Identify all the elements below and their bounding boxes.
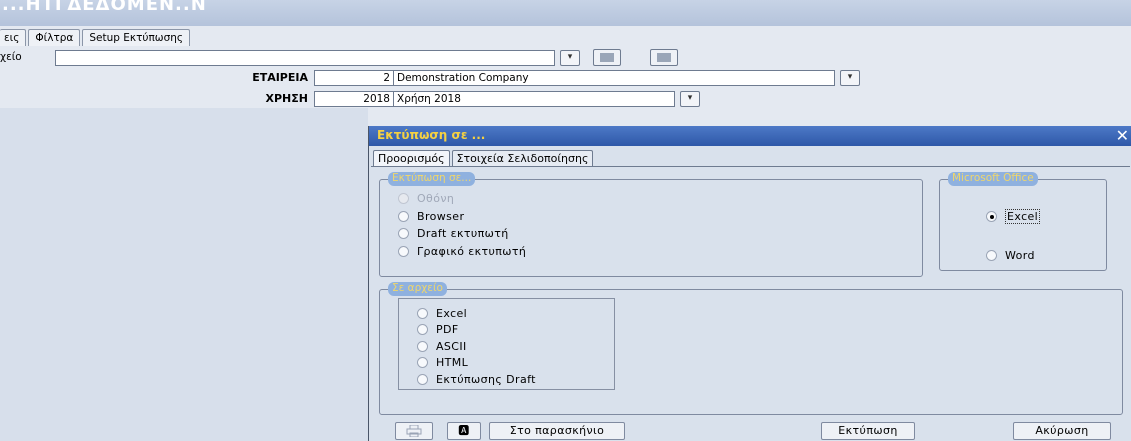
year-name-input[interactable]: Χρήση 2018 [393, 91, 675, 107]
radio-file-ascii[interactable]: ASCII [417, 339, 467, 353]
year-code-input[interactable]: 2018 [314, 91, 394, 107]
radio-circle [398, 227, 409, 239]
radio-circle [398, 210, 409, 222]
radio-file-draft[interactable]: Εκτύπωσης Draft [417, 372, 536, 386]
file-action-button-1[interactable] [593, 49, 621, 66]
cancel-button[interactable]: Ακύρωση [1013, 422, 1111, 440]
dialog-footer: 🅰 Στο παρασκήνιο Εκτύπωση Ακύρωση [369, 422, 1131, 441]
dialog-tab-strip: Προορισμός Στοιχεία Σελιδοποίησης [373, 150, 595, 166]
file-label: χείο [0, 51, 22, 63]
radio-browser[interactable]: Browser [398, 209, 464, 223]
close-icon[interactable]: ✕ [1116, 126, 1129, 146]
print-to-group: Εκτύπωση σε... Οθόνη Browser Draft εκτυπ… [379, 172, 923, 277]
folder-icon [600, 53, 614, 62]
company-name-input[interactable]: Demonstration Company [393, 70, 835, 86]
to-file-group: Σε αρχείο Excel PDF ASCII HTML Εκτύπωσης… [379, 282, 1123, 415]
print-button[interactable]: Εκτύπωση [821, 422, 915, 440]
file-dropdown-button[interactable]: ▾ [560, 50, 580, 66]
radio-file-pdf-label: PDF [436, 322, 459, 336]
tab-destination[interactable]: Προορισμός [373, 150, 450, 166]
main-tab-strip: εις Φίλτρα Setup Εκτύπωσης [0, 29, 192, 47]
left-panel [0, 108, 368, 441]
tab-partial[interactable]: εις [0, 29, 27, 46]
chevron-down-icon: ▾ [847, 72, 853, 82]
radio-draft-printer-label: Draft εκτυπωτή [417, 226, 509, 240]
radio-office-word[interactable]: Word [986, 248, 1035, 262]
radio-file-html-label: HTML [436, 355, 469, 369]
radio-file-excel-label: Excel [436, 306, 468, 320]
file-input[interactable] [55, 50, 555, 66]
file-action-button-2[interactable] [650, 49, 678, 66]
file-format-box: Excel PDF ASCII HTML Εκτύπωσης Draft [398, 298, 615, 390]
radio-circle [417, 307, 428, 319]
tab-filters[interactable]: Φίλτρα [28, 29, 81, 46]
print-to-group-label: Εκτύπωση σε... [388, 172, 476, 186]
radio-circle [398, 192, 409, 204]
background-button[interactable]: Στο παρασκήνιο [489, 422, 625, 440]
radio-graphic-printer[interactable]: Γραφικό εκτυπωτή [398, 244, 526, 258]
dialog-body: Εκτύπωση σε... Οθόνη Browser Draft εκτυπ… [371, 166, 1130, 416]
chevron-down-icon: ▾ [687, 93, 693, 103]
radio-screen[interactable]: Οθόνη [398, 191, 454, 205]
preview-icon: 🅰 [458, 424, 470, 437]
company-label: ΕΤΑΙΡΕΙΑ [252, 71, 308, 84]
app-title-bar: ...ΗΤΓΔΕΔΟΜΕΝ..Ν [0, 0, 1131, 26]
radio-screen-label: Οθόνη [417, 191, 455, 205]
radio-circle [417, 356, 428, 368]
radio-file-ascii-label: ASCII [436, 339, 467, 353]
radio-file-draft-label: Εκτύπωσης Draft [436, 372, 536, 386]
microsoft-office-group-label: Microsoft Office [948, 172, 1038, 186]
app-title: ...ΗΤΓΔΕΔΟΜΕΝ..Ν [2, 0, 207, 15]
radio-draft-printer[interactable]: Draft εκτυπωτή [398, 226, 509, 240]
radio-office-excel-label: Excel [1005, 208, 1041, 224]
radio-circle [417, 373, 428, 385]
radio-circle [417, 340, 428, 352]
file-icon [657, 53, 671, 62]
chevron-down-icon: ▾ [567, 52, 573, 62]
tab-pagination[interactable]: Στοιχεία Σελιδοποίησης [451, 150, 594, 166]
radio-browser-label: Browser [417, 209, 465, 223]
printer-icon [406, 424, 422, 438]
company-dropdown-button[interactable]: ▾ [840, 70, 860, 86]
year-label: ΧΡΗΣΗ [265, 92, 308, 105]
radio-office-excel[interactable]: Excel [986, 208, 1041, 224]
microsoft-office-group: Microsoft Office Excel Word [939, 172, 1107, 271]
print-dialog: Εκτύπωση σε ... ✕ Προορισμός Στοιχεία Σε… [368, 126, 1131, 441]
radio-circle [417, 323, 428, 335]
to-file-group-label: Σε αρχείο [388, 282, 447, 296]
preview-button[interactable]: 🅰 [447, 422, 481, 440]
year-dropdown-button[interactable]: ▾ [680, 91, 700, 107]
radio-office-word-label: Word [1005, 248, 1035, 262]
radio-circle [986, 210, 997, 222]
printer-button[interactable] [395, 422, 433, 440]
radio-file-pdf[interactable]: PDF [417, 322, 459, 336]
tab-print-setup[interactable]: Setup Εκτύπωσης [82, 29, 191, 46]
radio-circle [986, 249, 997, 261]
radio-graphic-printer-label: Γραφικό εκτυπωτή [417, 244, 527, 258]
radio-file-html[interactable]: HTML [417, 355, 468, 369]
radio-circle [398, 245, 409, 257]
radio-file-excel[interactable]: Excel [417, 306, 467, 320]
company-code-input[interactable]: 2 [314, 70, 394, 86]
dialog-title: Εκτύπωση σε ... [377, 128, 486, 142]
dialog-title-bar[interactable]: Εκτύπωση σε ... ✕ [369, 126, 1131, 146]
